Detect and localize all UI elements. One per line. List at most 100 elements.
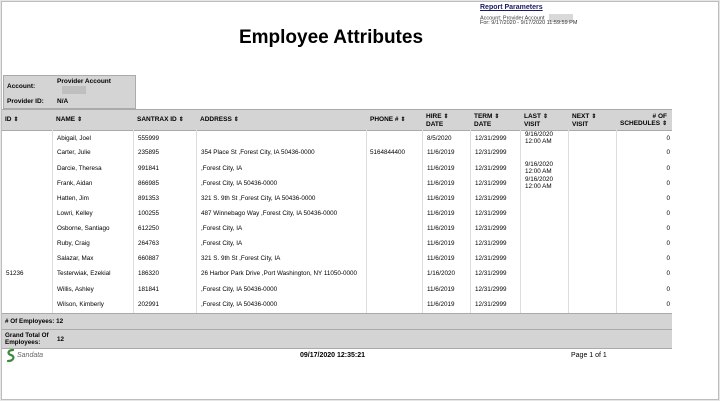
column-header-santrax-id[interactable]: SANTRAX ID ⇕	[137, 116, 184, 124]
cell-last-visit: 9/16/2020 12:00 AM	[525, 131, 553, 145]
cell-last-visit-time: 12:00 AM	[525, 183, 552, 190]
cell-hire: 1/16/2020	[427, 270, 456, 277]
cell-hire: 11/6/2019	[427, 255, 455, 262]
report-page: Report Parameters Account: Provider Acco…	[1, 1, 719, 400]
cell-name: Abigail, Joel	[57, 135, 91, 142]
cell-schedules: 0	[666, 225, 670, 232]
column-header-phone[interactable]: PHONE # ⇕	[370, 116, 406, 124]
column-header-term-date[interactable]: TERM ⇕ DATE	[474, 113, 499, 128]
cell-santrax: 181841	[138, 286, 160, 293]
table-row: Carter, Julie 235895 354 Place St ,Forest …	[2, 146, 672, 162]
grand-total-label-line-2: Employees:	[5, 339, 41, 346]
sort-arrows-icon[interactable]: ⇕	[543, 114, 548, 120]
table-row: Ruby, Craig 264763 ,Forest City, IA 11/6/20…	[2, 237, 672, 253]
table-row: Frank, Aidan 866985 ,Forest City, IA 50436…	[2, 176, 672, 192]
sort-arrows-icon[interactable]: ⇕	[234, 117, 239, 123]
cell-name: Frank, Aidan	[57, 180, 93, 187]
cell-last-visit-date: 9/16/2020	[525, 176, 554, 183]
redacted-block	[62, 86, 86, 94]
sort-arrows-icon[interactable]: ⇕	[591, 114, 596, 120]
account-value: Provider Account	[57, 78, 111, 85]
sort-arrows-icon[interactable]: ⇕	[77, 117, 82, 123]
sort-arrows-icon[interactable]: ⇕	[401, 117, 406, 123]
grand-total-value: 12	[57, 336, 65, 343]
cell-hire: 11/6/2019	[427, 149, 455, 156]
employee-count-label-text: # Of Employees:	[5, 318, 55, 325]
column-header-last-visit-label-1: LAST	[524, 113, 541, 120]
cell-term: 12/31/2999	[475, 165, 507, 172]
column-header-address-label: ADDRESS	[200, 116, 232, 123]
cell-hire: 11/6/2019	[427, 225, 455, 232]
cell-last-visit-time: 12:00 AM	[525, 168, 552, 175]
cell-term: 12/31/2999	[475, 195, 507, 202]
cell-address: 26 Harbor Park Drive ,Port Washington, N…	[201, 270, 357, 277]
employee-count-value: 12	[56, 318, 64, 325]
cell-address: 321 S. 9th St ,Forest City, IA 50436-000…	[201, 195, 316, 202]
cell-name: Osborne, Santiago	[57, 225, 110, 232]
column-header-id[interactable]: ID ⇕	[5, 116, 19, 124]
cell-santrax: 235895	[138, 149, 160, 156]
cell-term: 12/31/2999	[475, 301, 507, 308]
cell-last-visit: 9/16/2020 12:00 AM	[525, 176, 553, 190]
cell-address: ,Forest City, IA 50436-0000	[201, 301, 278, 308]
table-row: Wilson, Kimberly 202991 ,Forest City, IA 5…	[2, 298, 672, 314]
cell-hire: 8/5/2020	[427, 135, 452, 142]
report-parameters-link[interactable]: Report Parameters	[480, 4, 543, 11]
cell-santrax: 186320	[138, 270, 160, 277]
table-row: Hatten, Jim 891353 321 S. 9th St ,Forest C…	[2, 192, 672, 208]
cell-santrax: 555999	[138, 135, 160, 142]
sort-arrows-icon[interactable]: ⇕	[444, 114, 449, 120]
column-header-next-visit-label-1: NEXT	[572, 113, 590, 120]
sort-arrows-icon[interactable]: ⇕	[179, 117, 184, 123]
column-header-santrax-id-label: SANTRAX ID	[137, 116, 177, 123]
cell-hire: 11/6/2019	[427, 240, 455, 247]
cell-hire: 11/6/2019	[427, 165, 455, 172]
cell-schedules: 0	[666, 240, 670, 247]
column-header-next-visit[interactable]: NEXT ⇕ VISIT	[572, 113, 596, 128]
column-header-term-date-label-2: DATE	[474, 121, 492, 128]
cell-last-visit: 9/16/2020 12:00 AM	[525, 161, 553, 175]
cell-phone: 5164844400	[370, 149, 406, 156]
cell-hire: 11/6/2019	[427, 180, 455, 187]
sort-arrows-icon[interactable]: ⇕	[14, 117, 19, 123]
column-header-hire-date-label-2: DATE	[426, 121, 444, 128]
column-header-address[interactable]: ADDRESS ⇕	[200, 116, 239, 124]
provider-id-label: Provider ID:	[7, 98, 44, 105]
grand-total-label: Grand Total Of Employees:	[5, 332, 49, 346]
cell-santrax: 264763	[138, 240, 160, 247]
column-header-hire-date[interactable]: HIRE ⇕ DATE	[426, 113, 449, 128]
column-header-last-visit[interactable]: LAST ⇕ VISIT	[524, 113, 548, 128]
cell-name: Ruby, Craig	[57, 240, 90, 247]
table-row: Osborne, Santiago 612250 ,Forest City, IA 1…	[2, 222, 672, 238]
sandata-logo-text: Sandata	[17, 352, 44, 359]
cell-term: 12/31/2999	[475, 149, 507, 156]
report-parameters-for: For: 9/17/2020 - 9/17/2020 11:59:59 PM	[480, 20, 578, 26]
sandata-logo: Sandata	[5, 348, 51, 364]
cell-address: ,Forest City, IA 50436-0000	[201, 180, 278, 187]
cell-schedules: 0	[666, 165, 670, 172]
cell-name: Darcie, Theresa	[57, 165, 102, 172]
column-header-last-visit-label-2: VISIT	[524, 121, 541, 128]
column-header-phone-label: PHONE #	[370, 116, 399, 123]
cell-santrax: 891353	[138, 195, 160, 202]
cell-name: Hatten, Jim	[57, 195, 89, 202]
table-row: Darcie, Theresa 991841 ,Forest City, IA 11/…	[2, 161, 672, 177]
column-header-id-label: ID	[5, 116, 12, 123]
table-row: Willis, Ashley 181841 ,Forest City, IA 504…	[2, 283, 672, 299]
sort-arrows-icon[interactable]: ⇕	[494, 114, 499, 120]
cell-name: Willis, Ashley	[57, 286, 94, 293]
report-timestamp: 09/17/2020 12:35:21	[300, 352, 365, 359]
page-info: Page 1 of 1	[571, 352, 607, 359]
column-header-name-label: NAME	[56, 116, 76, 123]
cell-santrax: 660887	[138, 255, 160, 262]
grand-total-bar: Grand Total Of Employees: 12	[2, 329, 672, 349]
cell-address: 354 Place St ,Forest City, IA 50436-0000	[201, 149, 315, 156]
account-label: Account:	[7, 83, 36, 90]
column-header-name[interactable]: NAME ⇕	[56, 116, 82, 124]
cell-address: 487 Winnebago Way ,Forest City, IA 50436…	[201, 210, 338, 217]
column-header-schedules[interactable]: # OF SCHEDULES ⇕	[620, 113, 667, 128]
sort-arrows-icon[interactable]: ⇕	[662, 121, 667, 127]
sandata-logo-icon	[6, 349, 15, 363]
cell-schedules: 0	[666, 135, 670, 142]
cell-santrax: 612250	[138, 225, 160, 232]
